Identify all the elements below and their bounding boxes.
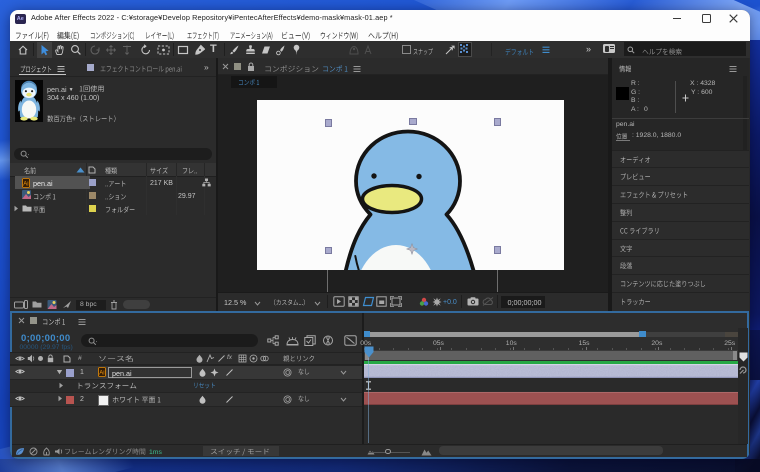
svg-text:Ai: Ai	[99, 371, 104, 377]
svg-text:Ai: Ai	[23, 181, 28, 187]
